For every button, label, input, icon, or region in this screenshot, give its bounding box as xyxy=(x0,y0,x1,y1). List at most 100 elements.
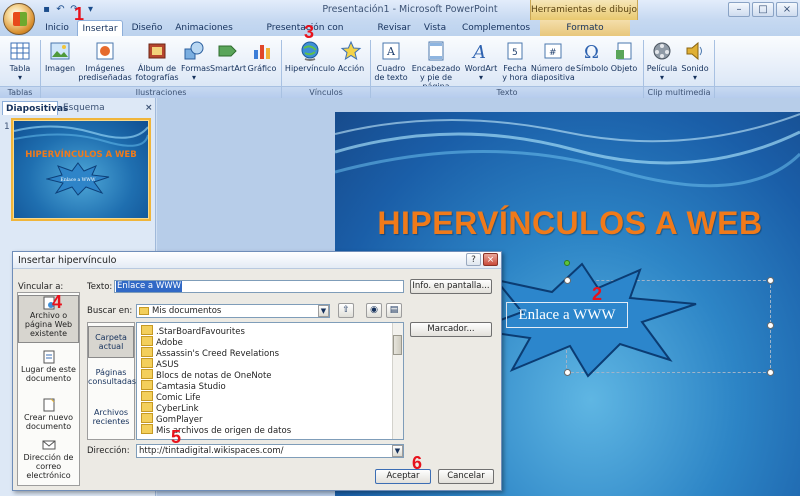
wordart-button[interactable]: A WordArt ▾ xyxy=(463,40,499,86)
tab-revisar[interactable]: Revisar xyxy=(374,20,414,36)
list-item[interactable]: Assassin's Creed Revelations xyxy=(141,347,279,359)
panel-close-button[interactable]: × xyxy=(142,101,153,115)
dialog-help-button[interactable]: ? xyxy=(466,253,481,266)
new-document-icon xyxy=(43,398,54,412)
action-button[interactable]: Acción xyxy=(336,40,366,86)
textbox-button[interactable]: A Cuadro de texto xyxy=(372,40,410,86)
office-button[interactable] xyxy=(3,3,35,35)
smartart-button[interactable]: SmartArt xyxy=(210,40,246,86)
bookmark-button[interactable]: Marcador... xyxy=(410,322,492,337)
maximize-button[interactable]: □ xyxy=(752,2,774,17)
list-item[interactable]: CyberLink xyxy=(141,402,199,414)
tab-slides[interactable]: Diapositivas xyxy=(2,101,68,115)
picture-button[interactable]: Imagen xyxy=(44,40,76,86)
group-label-clip: Clip multimedia xyxy=(644,86,714,98)
scroll-thumb[interactable] xyxy=(393,335,402,355)
clipart-label: Imágenes prediseñadas xyxy=(78,64,132,82)
callout-3: 3 xyxy=(304,22,315,42)
customize-icon[interactable]: ▾ xyxy=(84,3,97,16)
chart-button[interactable]: Gráfico xyxy=(247,40,277,86)
minimize-button[interactable]: – xyxy=(728,2,750,17)
tab-formato[interactable]: Formato xyxy=(540,20,630,36)
list-item[interactable]: ASUS xyxy=(141,358,179,370)
slide-number-icon: # xyxy=(544,43,562,59)
list-item[interactable]: Mis archivos de origen de datos xyxy=(141,424,291,436)
slide-number-button[interactable]: # Número de diapositiva xyxy=(530,40,576,86)
link-to-label: Vincular a: xyxy=(18,282,64,292)
movie-button[interactable]: Película ▾ xyxy=(646,40,678,86)
list-item[interactable]: .StarBoardFavourites xyxy=(141,325,245,337)
calendar-icon: 5 xyxy=(507,42,523,60)
cancel-button[interactable]: Cancelar xyxy=(438,469,494,484)
action-star-icon xyxy=(340,40,362,61)
resize-handle[interactable] xyxy=(564,277,571,284)
link-create-new[interactable]: Crear nuevo documento xyxy=(18,398,79,431)
resize-handle[interactable] xyxy=(564,369,571,376)
link-place-label: Lugar de este documento xyxy=(21,365,76,383)
date-time-button[interactable]: 5 Fecha y hora xyxy=(500,40,530,86)
tab-browsed-pages[interactable]: Páginas consultadas xyxy=(88,368,136,386)
svg-text:5: 5 xyxy=(512,48,518,58)
tab-vista[interactable]: Vista xyxy=(418,20,452,36)
textbox-icon: A xyxy=(382,42,400,60)
tab-inicio[interactable]: Inicio xyxy=(38,20,76,36)
list-item[interactable]: GomPlayer xyxy=(141,413,203,425)
callout-1: 1 xyxy=(74,4,85,24)
recent-files-label: Archivos recientes xyxy=(92,408,130,426)
picture-label: Imagen xyxy=(44,64,76,73)
save-icon[interactable]: ▪ xyxy=(40,3,53,16)
up-folder-icon[interactable]: ⇧ xyxy=(338,303,354,318)
contextual-tab-header: Herramientas de dibujo xyxy=(530,0,638,20)
list-item[interactable]: Camtasia Studio xyxy=(141,380,226,392)
shapes-button[interactable]: Formas ▾ xyxy=(181,40,210,86)
text-label: Texto: xyxy=(87,282,113,292)
tab-animaciones[interactable]: Animaciones xyxy=(172,20,236,36)
dialog-close-button[interactable]: × xyxy=(483,253,498,266)
photo-album-button[interactable]: Álbum de fotografías xyxy=(134,40,180,86)
screen-tip-button[interactable]: Info. en pantalla... xyxy=(410,279,492,294)
chevron-down-icon[interactable]: ▼ xyxy=(392,445,403,457)
ok-button[interactable]: Aceptar xyxy=(375,469,431,484)
tab-complementos[interactable]: Complementos xyxy=(456,20,536,36)
undo-icon[interactable]: ↶ xyxy=(54,3,67,16)
textbox-label: Cuadro de texto xyxy=(374,64,408,82)
shape-text[interactable]: Enlace a WWW xyxy=(506,302,628,328)
folder-icon xyxy=(141,369,153,379)
resize-handle[interactable] xyxy=(767,277,774,284)
tab-recent-files[interactable]: Archivos recientes xyxy=(88,408,134,426)
clipart-button[interactable]: Imágenes prediseñadas xyxy=(78,40,132,86)
object-button[interactable]: Objeto xyxy=(609,40,639,86)
hyperlink-button[interactable]: Hipervínculo xyxy=(284,40,336,86)
link-email[interactable]: Dirección de correo electrónico xyxy=(18,438,79,480)
rotation-handle[interactable] xyxy=(564,260,570,266)
list-item[interactable]: Adobe xyxy=(141,336,183,348)
table-button[interactable]: Tabla ▾ xyxy=(4,40,36,86)
list-item[interactable]: Blocs de notas de OneNote xyxy=(141,369,272,381)
sound-button[interactable]: Sonido ▾ xyxy=(680,40,710,86)
resize-handle[interactable] xyxy=(767,322,774,329)
link-place-in-document[interactable]: Lugar de este documento xyxy=(18,350,79,383)
close-button[interactable]: × xyxy=(776,2,798,17)
header-footer-button[interactable]: Encabezado y pie de página xyxy=(410,40,462,91)
date-time-label: Fecha y hora xyxy=(502,64,528,82)
tab-diseno[interactable]: Diseño xyxy=(126,20,168,36)
address-label: Dirección: xyxy=(87,446,130,456)
slide-title[interactable]: HIPERVÍNCULOS A WEB xyxy=(340,205,800,242)
symbol-button[interactable]: Ω Símbolo xyxy=(576,40,608,86)
folder-icon xyxy=(141,325,153,335)
browse-file-icon[interactable]: ▤ xyxy=(386,303,402,318)
folder-icon xyxy=(141,402,153,412)
svg-text:A: A xyxy=(386,45,396,58)
tab-current-folder[interactable]: Carpeta actual xyxy=(88,326,134,358)
browse-web-icon[interactable]: ◉ xyxy=(366,303,382,318)
chevron-down-icon[interactable]: ▼ xyxy=(318,305,329,317)
symbol-label: Símbolo xyxy=(576,64,609,73)
smartart-label: SmartArt xyxy=(210,64,247,73)
list-item[interactable]: Comic Life xyxy=(141,391,200,403)
resize-handle[interactable] xyxy=(767,369,774,376)
chart-label: Gráfico xyxy=(247,64,277,73)
folder-icon xyxy=(141,336,153,346)
tab-outline[interactable]: Esquema xyxy=(60,101,105,115)
svg-text:A: A xyxy=(471,42,486,62)
link-existing-file[interactable]: Archivo o página Web existente xyxy=(18,295,79,343)
